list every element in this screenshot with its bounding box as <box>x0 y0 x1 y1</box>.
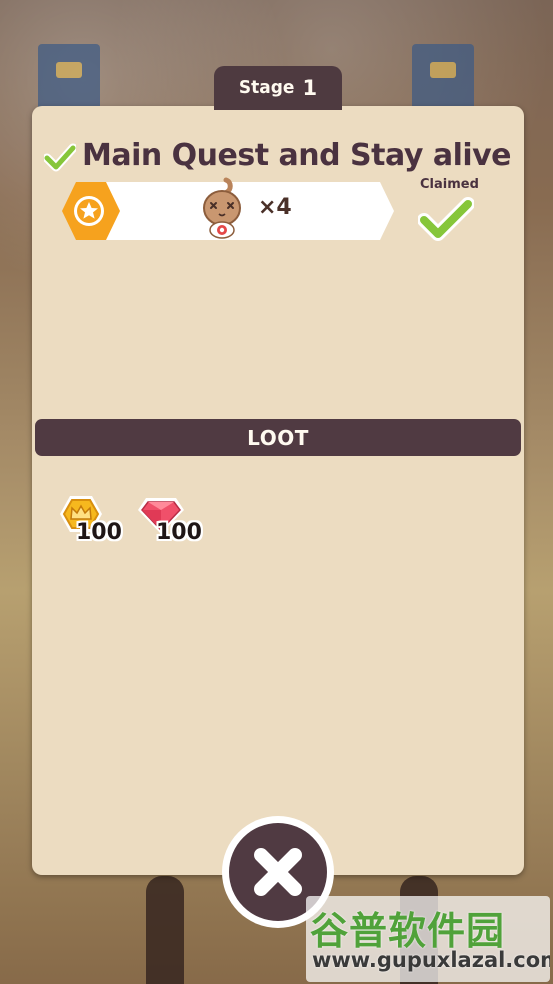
loot-item-gems: 100 <box>136 492 206 552</box>
quest-complete-check-icon <box>44 143 76 172</box>
background-banner-right <box>412 44 474 114</box>
watermark: 谷普软件园 www.gupuxlazal.com <box>306 896 550 982</box>
watermark-logo: 谷普软件园 <box>310 909 506 953</box>
claimed-check-icon <box>418 197 474 241</box>
loot-heading: LOOT <box>247 425 309 450</box>
loot-amount-gems: 100 <box>156 520 202 545</box>
background-post-left <box>146 876 184 984</box>
stage-number: 1 <box>302 76 318 100</box>
background-banner-left <box>38 44 100 114</box>
enemy-count: ×4 <box>258 195 292 220</box>
stage-tab: Stage 1 <box>214 66 342 110</box>
onion-dummy-enemy-icon <box>203 177 241 239</box>
loot-amount-coins: 100 <box>76 520 122 545</box>
watermark-url: www.gupuxlazal.com <box>312 948 550 972</box>
quest-title: Main Quest and Stay alive <box>82 138 512 173</box>
stage-label: Stage <box>238 77 295 99</box>
loot-header: LOOT <box>35 419 521 456</box>
loot-item-coins: 100 <box>56 492 126 552</box>
claimed-label: Claimed <box>420 177 479 192</box>
